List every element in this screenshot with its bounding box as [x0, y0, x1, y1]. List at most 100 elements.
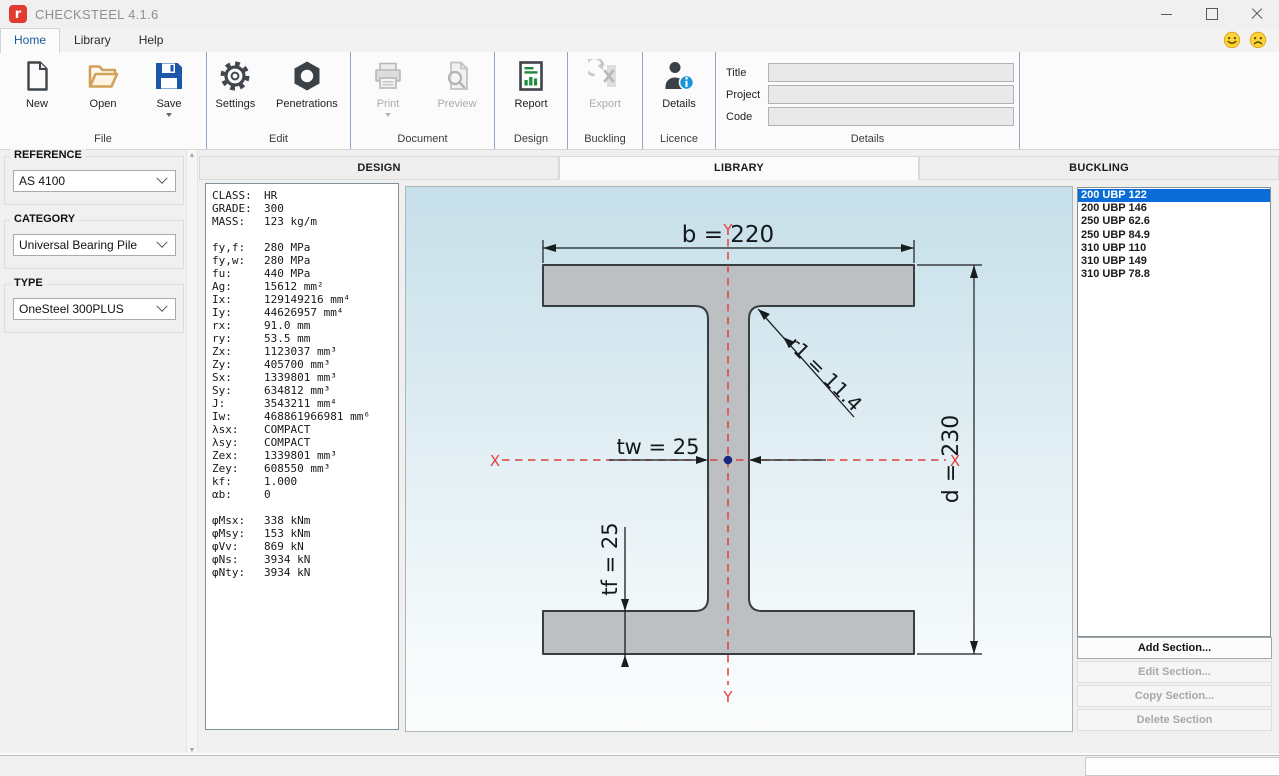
property-line: fy,f: 280 MPa — [212, 241, 311, 254]
property-line: Zey: 608550 mm³ — [212, 462, 331, 475]
section-list-item[interactable]: 310 UBP 78.8 — [1078, 268, 1270, 281]
chevron-down-icon — [156, 172, 168, 184]
scroll-up-icon[interactable]: ▲ — [188, 152, 196, 159]
ribbon-group-details: Title Project Code Details — [716, 52, 1020, 149]
section-list-item[interactable]: 310 UBP 149 — [1078, 255, 1270, 268]
ribbon: New Open Save File Settings Penetrations… — [0, 52, 1279, 150]
reference-value: AS 4100 — [19, 174, 66, 188]
sad-feedback-icon[interactable] — [1249, 31, 1267, 49]
property-line: fu: 440 MPa — [212, 267, 311, 280]
property-line: Zex: 1339801 mm³ — [212, 449, 337, 462]
property-line: J: 3543211 mm⁴ — [212, 397, 337, 410]
window-title: CHECKSTEEL 4.1.6 — [35, 6, 159, 22]
project-field[interactable] — [768, 85, 1014, 104]
section-action-button[interactable]: Delete Section — [1077, 709, 1272, 731]
code-field-label: Code — [726, 110, 753, 123]
property-line: αb: 0 — [212, 488, 271, 501]
ribbon-group-label: Licence — [660, 133, 698, 145]
ribbon-group-label: Edit — [269, 133, 288, 145]
property-line: rx: 91.0 mm — [212, 319, 311, 332]
section-list-item[interactable]: 250 UBP 62.6 — [1078, 215, 1270, 228]
property-line: Zx: 1123037 mm³ — [212, 345, 337, 358]
property-line — [212, 501, 398, 514]
section-diagram-panel: b = 220 d = 230 X X Y Y tw = 25 tf = 25 … — [405, 186, 1073, 732]
sidebar-scrollbar[interactable]: ▲ ▼ — [186, 150, 198, 756]
open-button[interactable]: Open — [74, 59, 132, 110]
type-combobox[interactable]: OneSteel 300PLUS — [13, 298, 176, 320]
property-line: CLASS: HR — [212, 189, 278, 202]
project-field-label: Project — [726, 88, 761, 101]
type-value: OneSteel 300PLUS — [19, 302, 124, 316]
property-line: Sx: 1339801 mm³ — [212, 371, 337, 384]
reference-combobox[interactable]: AS 4100 — [13, 170, 176, 192]
print-button[interactable]: Print — [356, 59, 420, 117]
title-field-label: Title — [726, 66, 747, 79]
tab-buckling[interactable]: BUCKLING — [919, 156, 1279, 180]
menu-tab-help[interactable]: Help — [125, 28, 178, 52]
property-line: kf: 1.000 — [212, 475, 298, 488]
property-line: Sy: 634812 mm³ — [212, 384, 331, 397]
section-diagram: b = 220 d = 230 X X Y Y tw = 25 tf = 25 … — [406, 187, 1072, 731]
category-label: CATEGORY — [10, 213, 80, 225]
scroll-down-icon[interactable]: ▼ — [188, 747, 196, 754]
ribbon-group-licence: Details Licence — [643, 52, 716, 149]
save-button[interactable]: Save — [140, 59, 198, 117]
property-line — [212, 228, 398, 241]
ribbon-group-label: Buckling — [584, 133, 626, 145]
save-dropdown-caret-icon[interactable] — [166, 113, 172, 117]
preview-button[interactable]: Preview — [425, 59, 489, 110]
property-line: MASS: 123 kg/m — [212, 215, 317, 228]
new-button[interactable]: New — [8, 59, 66, 110]
properties-panel: CLASS: HR GRADE: 300 MASS: 123 kg/m fy,f: 280 … — [205, 183, 399, 730]
close-button[interactable] — [1234, 0, 1279, 28]
status-bar — [0, 755, 1279, 776]
details-button[interactable]: Details — [647, 59, 711, 110]
minimize-icon — [1161, 13, 1172, 15]
category-combobox[interactable]: Universal Bearing Pile — [13, 234, 176, 256]
title-field[interactable] — [768, 63, 1014, 82]
maximize-button[interactable] — [1189, 0, 1234, 28]
section-list-item[interactable]: 200 UBP 146 — [1078, 202, 1270, 215]
properties-text: CLASS: HR GRADE: 300 MASS: 123 kg/m fy,f: 280 … — [212, 189, 398, 579]
reference-label: REFERENCE — [10, 149, 86, 161]
report-button[interactable]: Report — [499, 59, 563, 110]
ribbon-group-buckling: Export Buckling — [568, 52, 643, 149]
code-field[interactable] — [768, 107, 1014, 126]
ribbon-group-edit: Settings Penetrations Edit — [207, 52, 351, 149]
open-folder-icon — [86, 59, 120, 93]
section-list-item[interactable]: 200 UBP 122 — [1078, 189, 1270, 203]
property-line: φNty: 3934 kN — [212, 566, 311, 579]
new-document-icon — [20, 59, 54, 93]
settings-button[interactable]: Settings — [207, 59, 264, 110]
property-line: Iw: 468861966981 mm⁶ — [212, 410, 370, 423]
section-action-button[interactable]: Add Section... — [1077, 637, 1272, 659]
tab-library[interactable]: LIBRARY — [559, 156, 919, 180]
section-list-item[interactable]: 310 UBP 110 — [1078, 242, 1270, 255]
property-line: Iy: 44626957 mm⁴ — [212, 306, 344, 319]
export-button[interactable]: Export — [573, 59, 637, 110]
tab-design[interactable]: DESIGN — [199, 156, 559, 180]
penetrations-button[interactable]: Penetrations — [264, 59, 350, 110]
section-action-button[interactable]: Edit Section... — [1077, 661, 1272, 683]
menu-tab-home[interactable]: Home — [0, 28, 61, 53]
category-value: Universal Bearing Pile — [19, 238, 138, 252]
property-line: Zy: 405700 mm³ — [212, 358, 331, 371]
app-logo-icon: r — [9, 5, 27, 23]
ribbon-group-document: Print Preview Document — [351, 52, 495, 149]
minimize-button[interactable] — [1144, 0, 1189, 28]
menu-tab-library[interactable]: Library — [60, 28, 125, 52]
ribbon-group-label: Details — [850, 133, 885, 145]
happy-feedback-icon[interactable] — [1223, 31, 1241, 49]
app-window: r CHECKSTEEL 4.1.6 Home Library Help New… — [0, 0, 1279, 776]
print-dropdown-caret-icon — [385, 113, 391, 117]
main-content: REFERENCE AS 4100 CATEGORY Universal Bea… — [0, 149, 1279, 756]
section-list-item[interactable]: 250 UBP 84.9 — [1078, 229, 1270, 242]
type-groupbox: TYPE OneSteel 300PLUS — [4, 277, 184, 333]
ribbon-spacer — [1020, 52, 1279, 149]
reference-groupbox: REFERENCE AS 4100 — [4, 149, 184, 205]
section-action-button[interactable]: Copy Section... — [1077, 685, 1272, 707]
type-label: TYPE — [10, 277, 47, 289]
settings-gear-icon — [218, 59, 252, 93]
maximize-icon — [1205, 8, 1218, 20]
ribbon-group-design: Report Design — [495, 52, 568, 149]
